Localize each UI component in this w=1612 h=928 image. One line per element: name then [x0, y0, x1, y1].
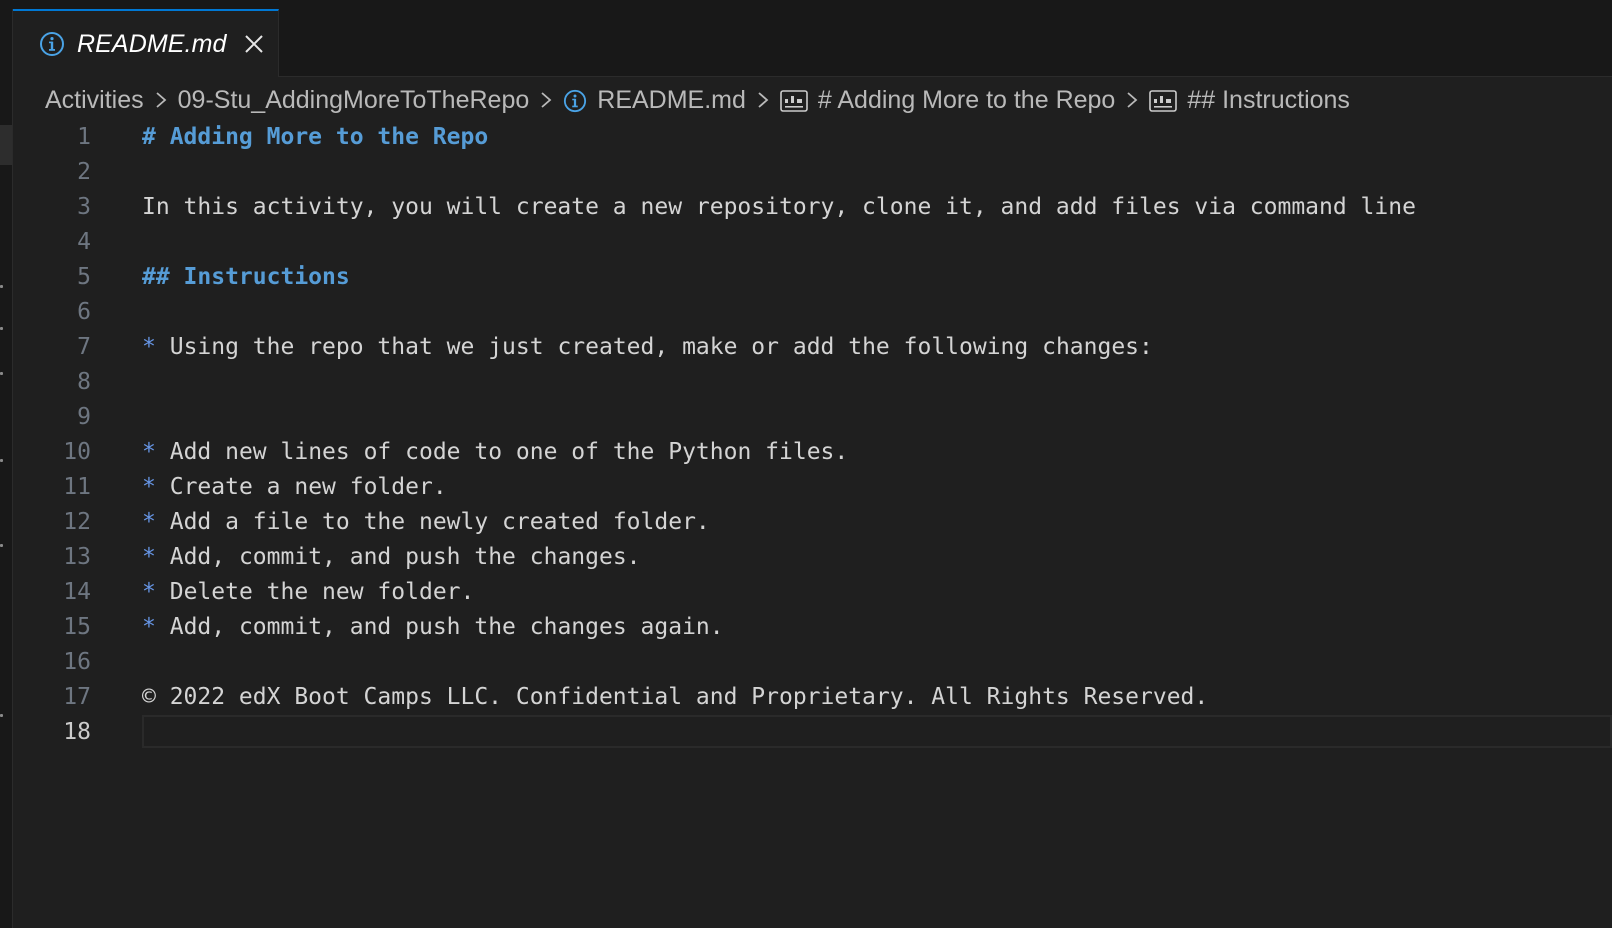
- tab-bar: README.md: [13, 9, 1612, 77]
- panel-dot: [0, 714, 3, 717]
- string-symbol-icon: [1149, 90, 1178, 112]
- line-text: Delete the new folder.: [169, 579, 475, 605]
- breadcrumb: Activities 09-Stu_AddingMoreToTheRepo RE…: [45, 81, 1350, 119]
- info-icon: [40, 32, 64, 56]
- list-bullet: *: [142, 544, 156, 570]
- line-text: Create a new folder.: [169, 474, 447, 500]
- line-number: 4: [77, 229, 91, 255]
- panel-dot: [0, 327, 3, 330]
- line-content: * Add, commit, and push the changes agai…: [142, 610, 724, 645]
- line-number: 8: [77, 369, 91, 395]
- editor-line[interactable]: 14 * Delete the new folder.: [13, 575, 1612, 610]
- line-text: Add a file to the newly created folder.: [169, 509, 710, 535]
- code-editor[interactable]: 1 # Adding More to the Repo 2 3 In this …: [13, 119, 1612, 928]
- line-text: Using the repo that we just created, mak…: [169, 334, 1153, 360]
- line-number: 13: [63, 544, 91, 570]
- panel-dot: [0, 285, 3, 288]
- list-bullet: *: [142, 474, 156, 500]
- line-text: Add, commit, and push the changes again.: [169, 614, 724, 640]
- editor-line[interactable]: 3 In this activity, you will create a ne…: [13, 190, 1612, 225]
- line-number: 12: [63, 509, 91, 535]
- line-number: 3: [77, 194, 91, 220]
- editor-line[interactable]: 4: [13, 225, 1612, 260]
- editor-line[interactable]: 16: [13, 645, 1612, 680]
- line-number: 1: [77, 124, 91, 150]
- editor-line[interactable]: 10 * Add new lines of code to one of the…: [13, 435, 1612, 470]
- breadcrumb-item-heading-1[interactable]: # Adding More to the Repo: [780, 86, 1115, 115]
- breadcrumb-item-folder[interactable]: 09-Stu_AddingMoreToTheRepo: [178, 86, 530, 115]
- editor-line[interactable]: 8: [13, 365, 1612, 400]
- tab-readme[interactable]: README.md: [13, 9, 279, 77]
- breadcrumb-item-activities[interactable]: Activities: [45, 86, 144, 115]
- line-number: 14: [63, 579, 91, 605]
- editor-line[interactable]: 15 * Add, commit, and push the changes a…: [13, 610, 1612, 645]
- line-text: © 2022 edX Boot Camps LLC. Confidential …: [142, 684, 1209, 710]
- editor-line[interactable]: 11 * Create a new folder.: [13, 470, 1612, 505]
- line-text: Add new lines of code to one of the Pyth…: [169, 439, 849, 465]
- panel-dot: [0, 544, 3, 547]
- close-icon[interactable]: [243, 33, 265, 55]
- tab-label: README.md: [77, 29, 227, 58]
- breadcrumb-heading-1-label: # Adding More to the Repo: [817, 85, 1116, 114]
- line-text: Add, commit, and push the changes.: [169, 544, 641, 570]
- editor-line[interactable]: 9: [13, 400, 1612, 435]
- panel-dot: [0, 372, 3, 375]
- panel-scroll-thumb[interactable]: [0, 125, 12, 165]
- line-content: * Using the repo that we just created, m…: [142, 330, 1153, 365]
- breadcrumb-file-label: README.md: [597, 85, 746, 114]
- line-number: 5: [77, 264, 91, 290]
- line-number: 2: [77, 159, 91, 185]
- line-content: * Add new lines of code to one of the Py…: [142, 435, 848, 470]
- editor-line[interactable]: 5 ## Instructions: [13, 260, 1612, 295]
- line-number: 18: [63, 719, 91, 745]
- line-number: 15: [63, 614, 91, 640]
- left-panel-edge: [0, 9, 13, 928]
- line-number: 11: [63, 474, 91, 500]
- chevron-right-icon: [541, 92, 552, 108]
- list-bullet: *: [142, 509, 156, 535]
- line-number: 7: [77, 334, 91, 360]
- chevron-right-icon: [1127, 92, 1138, 108]
- line-content: * Add, commit, and push the changes.: [142, 540, 641, 575]
- chevron-right-icon: [758, 92, 769, 108]
- line-text: In this activity, you will create a new …: [142, 194, 1416, 220]
- list-bullet: *: [142, 334, 156, 360]
- line-text: ## Instructions: [142, 264, 350, 290]
- editor-line[interactable]: 7 * Using the repo that we just created,…: [13, 330, 1612, 365]
- line-content: * Create a new folder.: [142, 470, 447, 505]
- string-symbol-icon: [780, 90, 808, 112]
- line-content: * Add a file to the newly created folder…: [142, 505, 710, 540]
- panel-dot: [0, 459, 3, 462]
- editor-line-current[interactable]: 18: [13, 715, 1612, 750]
- list-bullet: *: [142, 614, 156, 640]
- info-icon: [564, 89, 587, 112]
- editor-line[interactable]: 17 © 2022 edX Boot Camps LLC. Confidenti…: [13, 680, 1612, 715]
- list-bullet: *: [142, 579, 156, 605]
- line-number: 6: [77, 299, 91, 325]
- editor-line[interactable]: 2: [13, 155, 1612, 190]
- editor-window: README.md Activities 09-Stu_AddingMoreTo…: [0, 0, 1612, 928]
- line-number: 16: [63, 649, 91, 675]
- line-text: # Adding More to the Repo: [142, 124, 489, 150]
- breadcrumb-item-file[interactable]: README.md: [563, 86, 746, 115]
- line-number: 9: [77, 404, 91, 430]
- line-number: 10: [63, 439, 91, 465]
- breadcrumb-item-heading-2[interactable]: ## Instructions: [1149, 86, 1350, 115]
- editor-line[interactable]: 12 * Add a file to the newly created fol…: [13, 505, 1612, 540]
- list-bullet: *: [142, 439, 156, 465]
- line-content: * Delete the new folder.: [142, 575, 474, 610]
- line-number: 17: [63, 684, 91, 710]
- editor-line[interactable]: 1 # Adding More to the Repo: [13, 120, 1612, 155]
- breadcrumb-heading-2-label: ## Instructions: [1187, 85, 1350, 114]
- editor-line[interactable]: 13 * Add, commit, and push the changes.: [13, 540, 1612, 575]
- editor-line[interactable]: 6: [13, 295, 1612, 330]
- chevron-right-icon: [156, 92, 167, 108]
